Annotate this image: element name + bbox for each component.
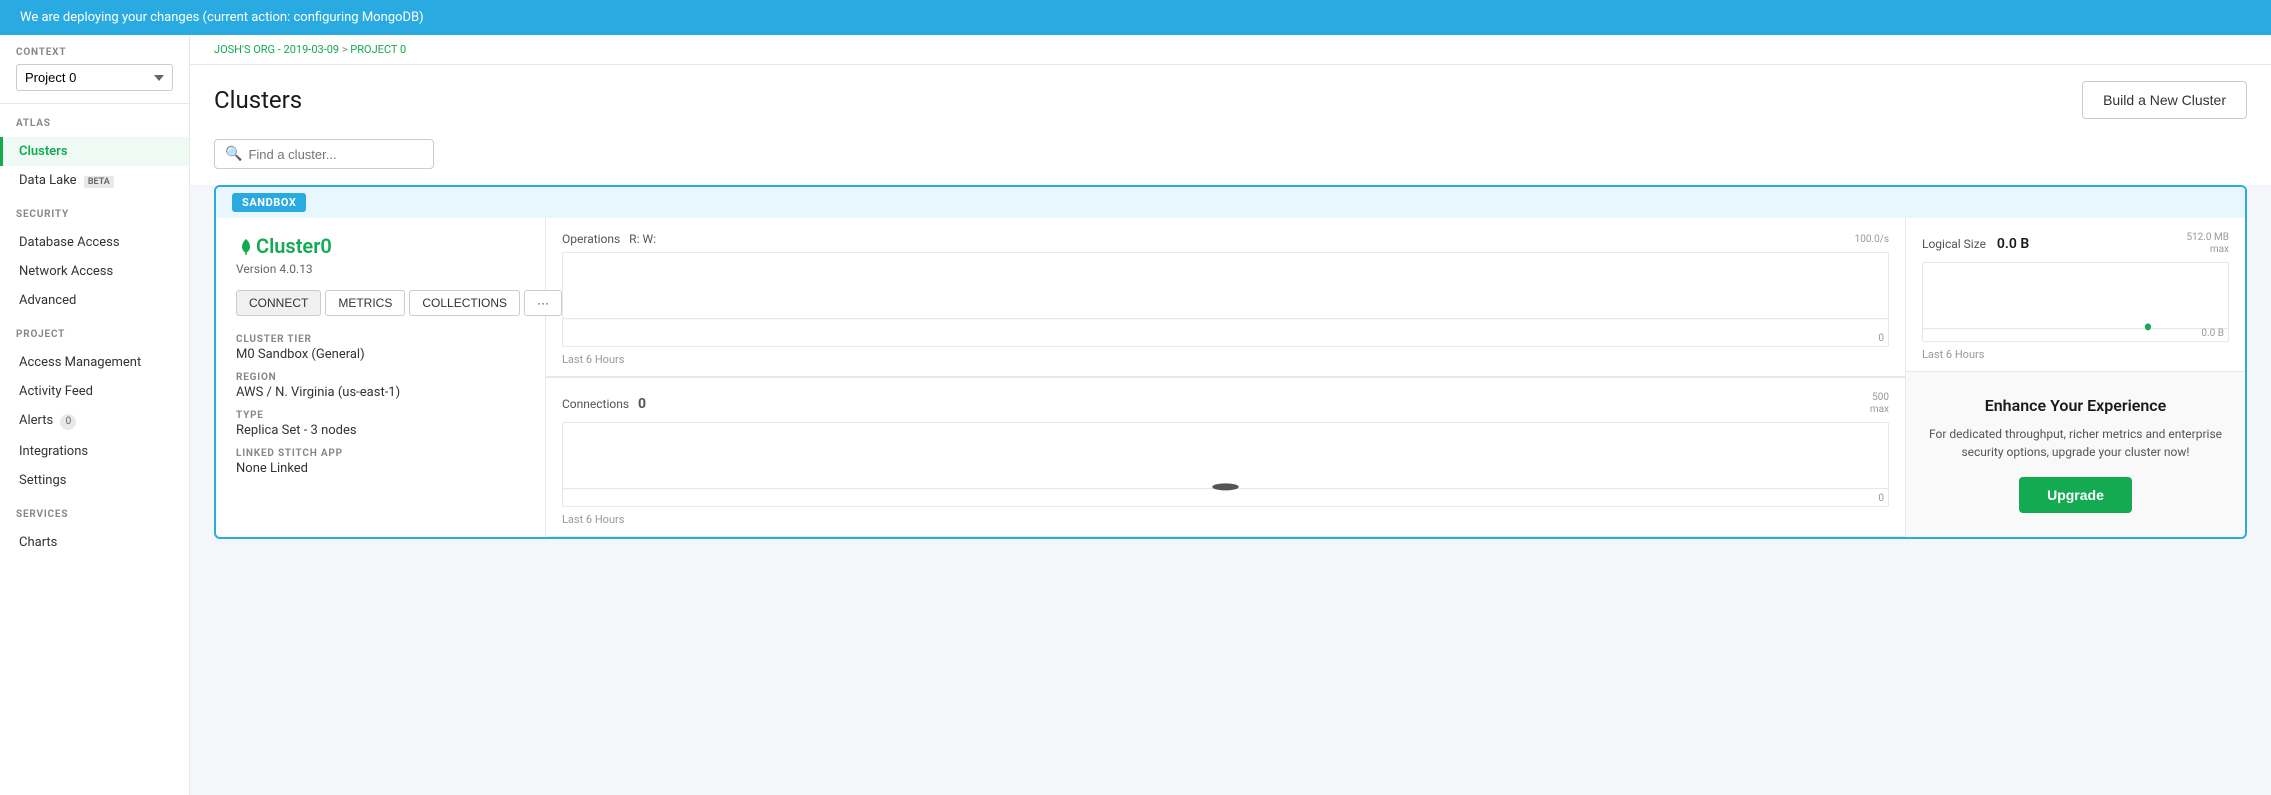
atlas-section: ATLAS bbox=[0, 104, 189, 137]
context-select[interactable]: Project 0 bbox=[16, 64, 173, 91]
sidebar-item-database-access[interactable]: Database Access bbox=[0, 228, 189, 257]
cluster-region-section: REGION AWS / N. Virginia (us-east-1) bbox=[236, 372, 525, 400]
operations-chart-svg bbox=[563, 253, 1888, 323]
banner-message: We are deploying your changes (current a… bbox=[20, 10, 424, 25]
cluster-right-panel: Logical Size 0.0 B 512.0 MB max bbox=[1905, 218, 2245, 537]
connections-chart-area: 0 bbox=[562, 422, 1889, 507]
cluster-type-value: Replica Set - 3 nodes bbox=[236, 423, 525, 438]
main-content: JOSH'S ORG - 2019-03-09 > PROJECT 0 Clus… bbox=[190, 35, 2271, 795]
sidebar-item-activity-feed[interactable]: Activity Feed bbox=[0, 377, 189, 406]
search-icon: 🔍 bbox=[225, 146, 242, 162]
services-section: SERVICES bbox=[0, 495, 189, 528]
sandbox-badge: SANDBOX bbox=[232, 193, 306, 212]
enhance-description: For dedicated throughput, richer metrics… bbox=[1929, 425, 2222, 461]
breadcrumb: JOSH'S ORG - 2019-03-09 > PROJECT 0 bbox=[190, 35, 2271, 65]
operations-chart-title: Operations R: W: bbox=[562, 232, 656, 246]
build-cluster-button[interactable]: Build a New Cluster bbox=[2082, 81, 2247, 119]
upgrade-button[interactable]: Upgrade bbox=[2019, 477, 2132, 513]
cluster-tier-value: M0 Sandbox (General) bbox=[236, 347, 525, 362]
deployment-banner: We are deploying your changes (current a… bbox=[0, 0, 2271, 35]
alerts-badge: 0 bbox=[60, 414, 76, 430]
search-input[interactable] bbox=[248, 147, 423, 162]
sidebar-item-data-lake[interactable]: Data Lake BETA bbox=[0, 166, 189, 195]
page-title: Clusters bbox=[214, 86, 302, 114]
logical-size-panel: Logical Size 0.0 B 512.0 MB max bbox=[1906, 218, 2245, 372]
logical-size-chart-footer: Last 6 Hours bbox=[1922, 348, 2229, 361]
enhance-panel: Enhance Your Experience For dedicated th… bbox=[1906, 372, 2245, 537]
logical-size-max-label: 512.0 MB max bbox=[2186, 232, 2229, 256]
charts-bottom-row: Connections 0 500 max bbox=[546, 378, 1905, 537]
sidebar-item-integrations[interactable]: Integrations bbox=[0, 437, 189, 466]
sidebar-item-settings[interactable]: Settings bbox=[0, 466, 189, 495]
charts-top-row: Operations R: W: 100.0/s bbox=[546, 218, 1905, 378]
search-input-wrapper: 🔍 bbox=[214, 139, 434, 169]
connections-chart-panel: Connections 0 500 max bbox=[546, 378, 1905, 537]
cluster-stitch-value: None Linked bbox=[236, 461, 525, 476]
logical-size-header: Logical Size 0.0 B 512.0 MB max bbox=[1922, 232, 2229, 256]
security-section: SECURITY bbox=[0, 195, 189, 228]
sidebar-item-network-access[interactable]: Network Access bbox=[0, 257, 189, 286]
operations-zero-label: 0 bbox=[1878, 333, 1884, 344]
cluster-charts: Operations R: W: 100.0/s bbox=[546, 218, 1905, 537]
page-header: Clusters Build a New Cluster bbox=[190, 65, 2271, 131]
operations-chart-header: Operations R: W: 100.0/s bbox=[562, 232, 1889, 246]
logical-size-value: 0.0 B bbox=[1997, 236, 2029, 252]
cluster-region-label: REGION bbox=[236, 372, 525, 383]
context-section: CONTEXT Project 0 bbox=[0, 35, 189, 104]
cluster-info-panel: Cluster0 Version 4.0.13 CONNECT METRICS … bbox=[216, 218, 546, 537]
logical-size-title: Logical Size 0.0 B bbox=[1922, 236, 2029, 252]
operations-chart-footer: Last 6 Hours bbox=[562, 353, 1889, 366]
beta-badge: BETA bbox=[84, 176, 114, 188]
project-label: PROJECT bbox=[16, 329, 173, 340]
cluster-card-header: SANDBOX bbox=[216, 187, 2245, 218]
cluster-stitch-section: LINKED STITCH APP None Linked bbox=[236, 448, 525, 476]
cluster-type-section: TYPE Replica Set - 3 nodes bbox=[236, 410, 525, 438]
search-bar: 🔍 bbox=[190, 131, 2271, 185]
breadcrumb-org[interactable]: JOSH'S ORG bbox=[214, 43, 275, 56]
connections-max-label: 500 max bbox=[1870, 392, 1889, 416]
connections-chart-footer: Last 6 Hours bbox=[562, 513, 1889, 526]
cluster-tier-label: CLUSTER TIER bbox=[236, 334, 525, 345]
cluster-stitch-label: LINKED STITCH APP bbox=[236, 448, 525, 459]
logical-size-chart-svg bbox=[1923, 263, 2228, 333]
cluster-type-label: TYPE bbox=[236, 410, 525, 421]
connect-button[interactable]: CONNECT bbox=[236, 290, 321, 316]
sidebar-item-alerts[interactable]: Alerts 0 bbox=[0, 406, 189, 437]
sidebar: CONTEXT Project 0 ATLAS Clusters Data La… bbox=[0, 35, 190, 795]
cluster-card-body: Cluster0 Version 4.0.13 CONNECT METRICS … bbox=[216, 218, 2245, 537]
sidebar-item-advanced[interactable]: Advanced bbox=[0, 286, 189, 315]
sidebar-item-access-management[interactable]: Access Management bbox=[0, 348, 189, 377]
cluster-tier-section: CLUSTER TIER M0 Sandbox (General) bbox=[236, 334, 525, 362]
logical-size-zero-label: 0.0 B bbox=[2201, 328, 2224, 339]
operations-max-label: 100.0/s bbox=[1855, 234, 1889, 245]
project-section: PROJECT bbox=[0, 315, 189, 348]
connections-chart-svg bbox=[563, 423, 1888, 493]
cluster-region-value: AWS / N. Virginia (us-east-1) bbox=[236, 385, 525, 400]
sidebar-item-clusters[interactable]: Clusters bbox=[0, 137, 189, 166]
enhance-title: Enhance Your Experience bbox=[1985, 396, 2167, 415]
services-label: SERVICES bbox=[16, 509, 173, 520]
operations-chart-panel: Operations R: W: 100.0/s bbox=[546, 218, 1905, 377]
collections-button[interactable]: COLLECTIONS bbox=[409, 290, 520, 316]
connections-chart-title: Connections 0 bbox=[562, 396, 646, 412]
clusters-area: SANDBOX Cluster0 V bbox=[190, 185, 2271, 563]
breadcrumb-project[interactable]: PROJECT 0 bbox=[350, 43, 406, 56]
cluster-card: SANDBOX Cluster0 V bbox=[214, 185, 2247, 539]
connections-chart-header: Connections 0 500 max bbox=[562, 392, 1889, 416]
atlas-label: ATLAS bbox=[16, 118, 173, 129]
cluster-name-row: Cluster0 bbox=[236, 234, 525, 258]
operations-chart-area: 0 bbox=[562, 252, 1889, 347]
cluster-name[interactable]: Cluster0 bbox=[256, 234, 332, 258]
cluster-actions: CONNECT METRICS COLLECTIONS ··· bbox=[236, 290, 525, 316]
logical-size-chart-area: 0.0 B bbox=[1922, 262, 2229, 342]
security-label: SECURITY bbox=[16, 209, 173, 220]
context-label: CONTEXT bbox=[16, 47, 173, 58]
cluster-version: Version 4.0.13 bbox=[236, 262, 525, 276]
metrics-button[interactable]: METRICS bbox=[325, 290, 405, 316]
sidebar-item-charts[interactable]: Charts bbox=[0, 528, 189, 557]
connections-zero-label: 0 bbox=[1878, 493, 1884, 504]
cluster-mongodb-icon bbox=[236, 237, 256, 255]
